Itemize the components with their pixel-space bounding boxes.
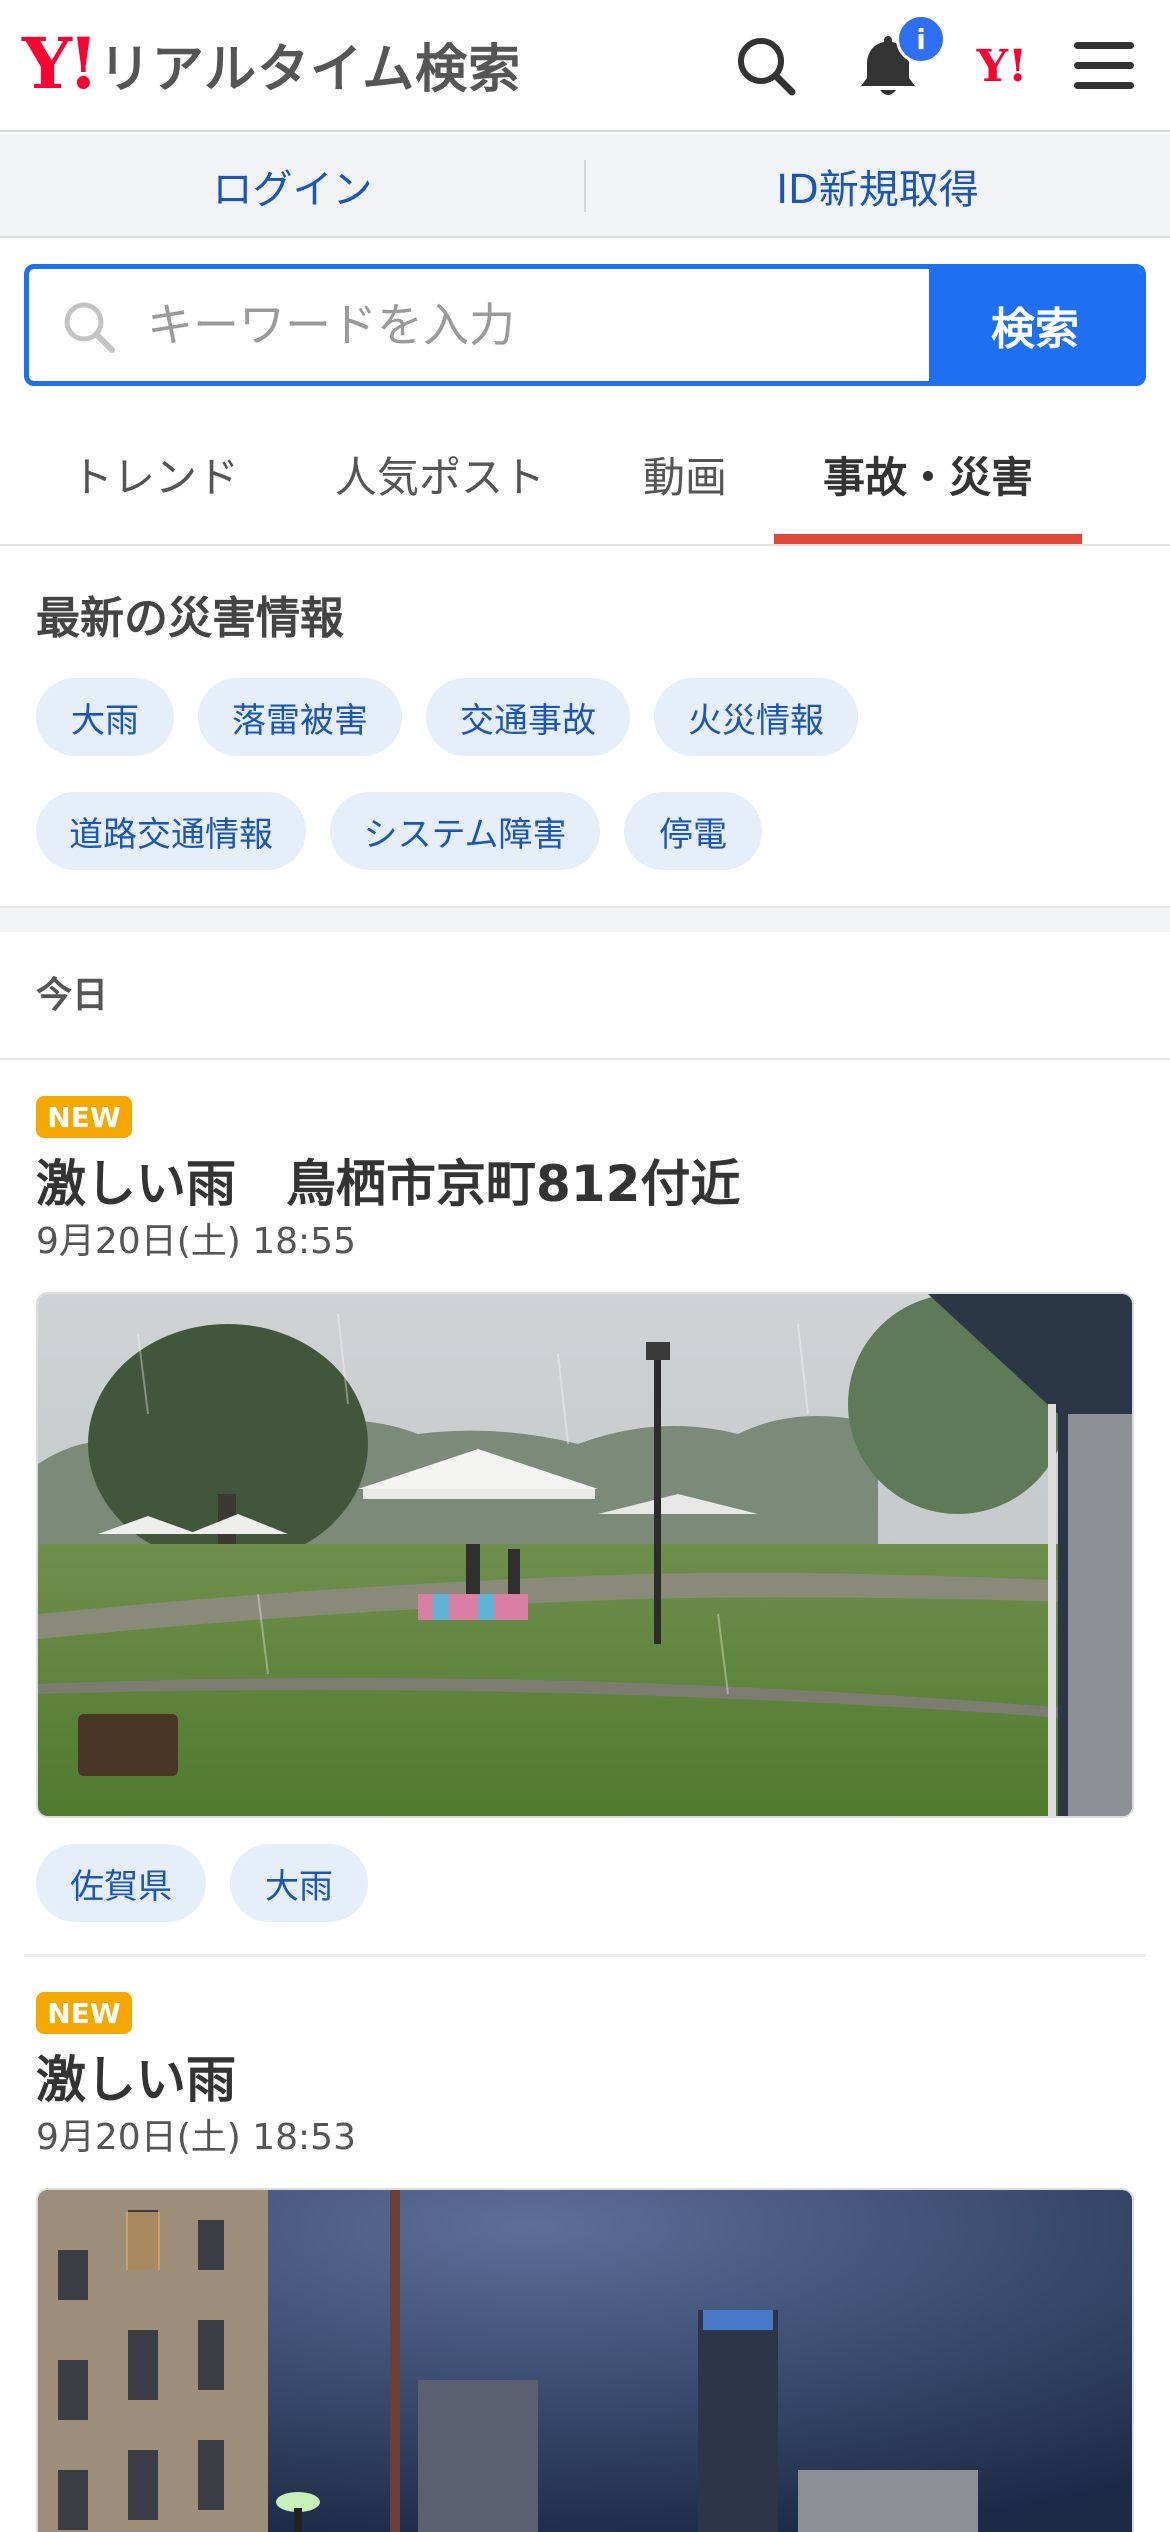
post-separator [24, 1954, 1146, 1957]
tab-popular-posts[interactable]: 人気ポスト [310, 404, 570, 544]
post-date: 9月20日(土) 18:53 [36, 2117, 356, 2158]
yahoo-realtime-logo[interactable]: Y! リアルタイム検索 [22, 24, 521, 104]
post-image-night-city[interactable] [36, 2188, 1134, 2532]
chip-fire[interactable]: 火災情報 [654, 678, 858, 756]
tag-saga[interactable]: 佐賀県 [36, 1844, 206, 1922]
notification-badge: i [896, 14, 946, 64]
app-header: Y! リアルタイム検索 i Y! [0, 0, 1170, 132]
search-button[interactable]: 検索 [929, 269, 1141, 381]
post-title[interactable]: 激しい雨 [36, 2040, 236, 2112]
new-badge: NEW [36, 1096, 132, 1138]
search-input[interactable] [29, 269, 935, 381]
divider [0, 1058, 1170, 1060]
logo-text: リアルタイム検索 [98, 39, 522, 100]
search-box: 検索 [24, 264, 1146, 386]
tab-trend[interactable]: トレンド [30, 404, 280, 544]
new-badge: NEW [36, 1992, 132, 2034]
section-separator [0, 906, 1170, 932]
chip-road-traffic[interactable]: 道路交通情報 [36, 792, 306, 870]
login-bar: ログイン ID新規取得 [0, 134, 1170, 238]
tab-videos[interactable]: 動画 [600, 404, 770, 544]
signup-link[interactable]: ID新規取得 [585, 134, 1170, 238]
yahoo-icon[interactable]: Y! [962, 26, 1042, 106]
post-date: 9月20日(土) 18:55 [36, 1221, 356, 1262]
post-title[interactable]: 激しい雨 鳥栖市京町812付近 [36, 1144, 740, 1216]
tab-accidents-disasters[interactable]: 事故・災害 [774, 404, 1082, 544]
yahoo-logo-mark: Y! [22, 22, 99, 105]
search-icon[interactable] [726, 26, 806, 106]
category-tabs: トレンド 人気ポスト 動画 事故・災害 [0, 404, 1170, 546]
login-link[interactable]: ログイン [0, 134, 585, 238]
post-image-rainy-park[interactable] [36, 1292, 1134, 1818]
day-label: 今日 [36, 975, 109, 1016]
tag-heavy-rain[interactable]: 大雨 [230, 1844, 368, 1922]
chip-lightning[interactable]: 落雷被害 [198, 678, 402, 756]
chip-power-outage[interactable]: 停電 [624, 792, 762, 870]
chip-system-failure[interactable]: システム障害 [330, 792, 600, 870]
hamburger-menu-icon[interactable] [1064, 26, 1144, 106]
section-title: 最新の災害情報 [36, 593, 344, 644]
chip-traffic-accident[interactable]: 交通事故 [426, 678, 630, 756]
chip-heavy-rain[interactable]: 大雨 [36, 678, 174, 756]
active-tab-indicator [774, 534, 1082, 544]
